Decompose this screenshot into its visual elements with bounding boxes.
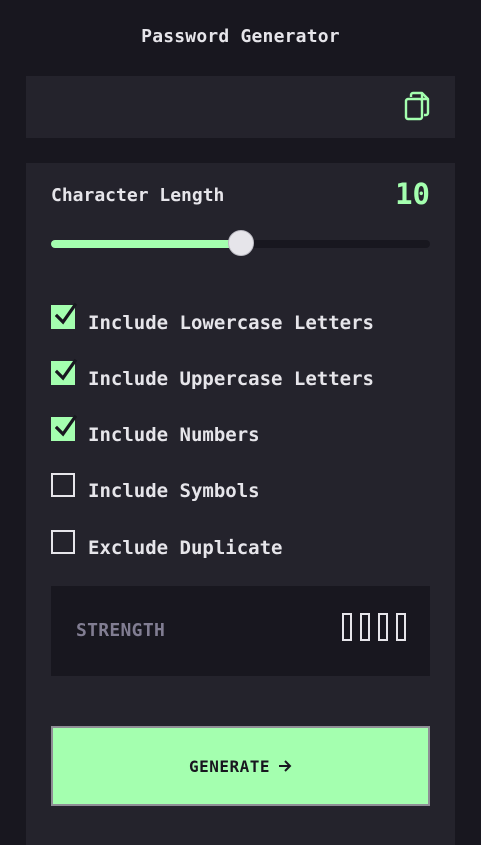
page-title: Password Generator	[141, 26, 340, 47]
copy-button[interactable]	[402, 89, 432, 121]
strength-bar	[360, 613, 370, 641]
character-length-value: 10	[395, 177, 430, 211]
option-label: Include Numbers	[88, 424, 260, 446]
option-include-lowercase[interactable]: Include Lowercase Letters	[51, 302, 374, 334]
strength-label: STRENGTH	[76, 620, 166, 641]
lowercase-checkbox[interactable]	[51, 302, 77, 329]
strength-meter: STRENGTH	[51, 586, 430, 676]
option-include-symbols[interactable]: Include Symbols	[51, 471, 260, 502]
strength-bar	[378, 613, 388, 641]
option-include-numbers[interactable]: Include Numbers	[51, 414, 260, 446]
checkmark-icon	[55, 414, 77, 437]
option-label: Include Symbols	[88, 480, 260, 502]
character-length-slider[interactable]	[51, 230, 430, 256]
option-include-uppercase[interactable]: Include Uppercase Letters	[51, 358, 374, 390]
arrow-right-icon	[279, 760, 292, 772]
option-label: Include Lowercase Letters	[88, 312, 374, 334]
strength-bar	[342, 613, 352, 641]
settings-panel: Character Length 10 Include Lowercase Le…	[26, 163, 455, 845]
uppercase-checkbox[interactable]	[51, 358, 77, 385]
generate-button[interactable]: GENERATE	[51, 726, 430, 806]
slider-thumb[interactable]	[227, 230, 254, 256]
copy-icon	[404, 91, 430, 121]
strength-bar	[396, 613, 406, 641]
numbers-checkbox[interactable]	[51, 414, 77, 441]
checkmark-icon	[55, 358, 77, 381]
option-label: Include Uppercase Letters	[88, 368, 374, 390]
slider-fill	[51, 240, 241, 248]
symbols-checkbox[interactable]	[51, 473, 75, 497]
option-exclude-duplicate[interactable]: Exclude Duplicate	[51, 528, 283, 559]
option-label: Exclude Duplicate	[88, 537, 283, 559]
password-output	[26, 76, 455, 138]
strength-bars	[334, 613, 406, 641]
duplicate-checkbox[interactable]	[51, 530, 75, 554]
character-length-label: Character Length	[51, 185, 225, 206]
checkmark-icon	[55, 302, 77, 325]
generate-label: GENERATE	[188, 756, 271, 776]
